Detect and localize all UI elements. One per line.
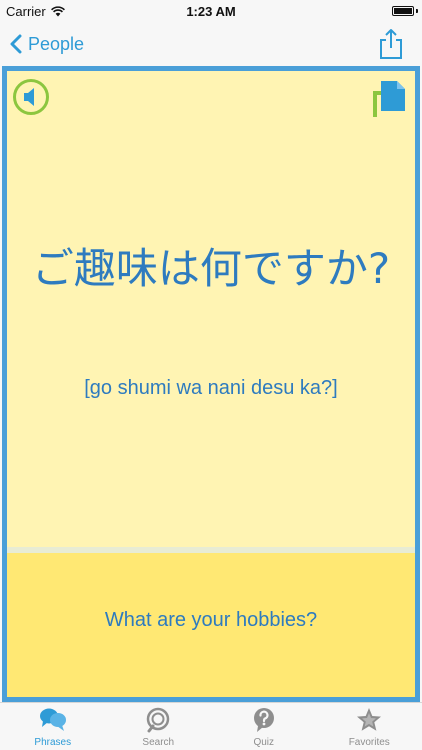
tab-search[interactable]: Search	[106, 703, 212, 750]
tab-phrases[interactable]: Phrases	[0, 703, 106, 750]
status-bar: Carrier 1:23 AM	[0, 0, 422, 22]
tab-quiz-label: Quiz	[253, 737, 275, 748]
phrase-romanization: [go shumi wa nani desu ka?]	[84, 377, 338, 399]
tab-bar: Phrases Search Quiz Favorites	[0, 702, 422, 750]
phrase-native-text: ご趣味は何ですか?	[31, 244, 391, 293]
copy-button[interactable]	[373, 81, 405, 117]
speaker-icon	[24, 88, 34, 106]
phrase-screen: Carrier 1:23 AM People ご趣味は何ですか? [go shu…	[0, 0, 422, 750]
phrase-card-top[interactable]: ご趣味は何ですか? [go shumi wa nani desu ka?]	[7, 71, 415, 547]
tab-search-label: Search	[142, 737, 175, 748]
play-sound-button[interactable]	[13, 79, 49, 115]
tab-phrases-label: Phrases	[34, 737, 72, 748]
share-icon	[380, 29, 402, 59]
copy-icon	[373, 81, 405, 117]
status-time: 1:23 AM	[186, 4, 236, 19]
back-button-label: People	[28, 33, 85, 54]
battery-fill	[394, 8, 412, 14]
tab-favorites-label: Favorites	[348, 737, 390, 748]
star-icon	[357, 708, 382, 731]
navigation-bar: People	[0, 22, 422, 66]
quiz-icon	[253, 708, 274, 732]
phrase-card: ご趣味は何ですか? [go shumi wa nani desu ka?] Wh…	[2, 66, 420, 702]
back-button[interactable]: People	[10, 30, 84, 58]
tab-quiz[interactable]: Quiz	[211, 703, 317, 750]
phrase-card-bottom[interactable]: What are your hobbies?	[7, 553, 415, 697]
battery-nub	[416, 9, 418, 13]
battery-icon	[392, 6, 414, 16]
search-icon	[147, 707, 170, 733]
phrase-translation: What are your hobbies?	[104, 609, 318, 631]
chevron-left-icon	[10, 34, 22, 54]
tab-favorites[interactable]: Favorites	[317, 703, 422, 750]
share-button[interactable]	[378, 28, 404, 60]
speech-bubbles-icon	[39, 708, 66, 731]
